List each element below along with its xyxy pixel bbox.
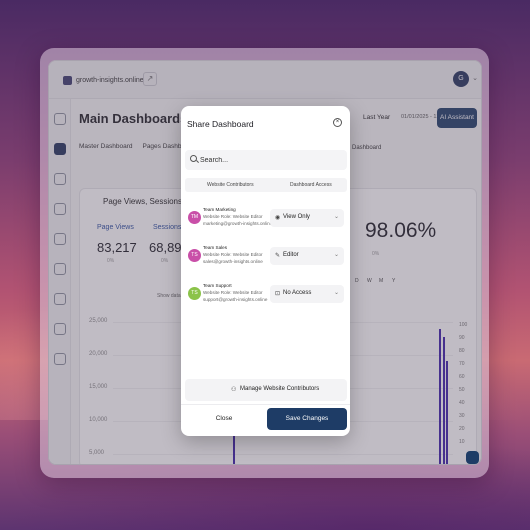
save-changes-button[interactable]: Save Changes (267, 408, 347, 430)
col-header-contributors: Website Contributors (207, 182, 254, 188)
modal-title: Share Dashboard (187, 119, 254, 129)
contributor-name: Team Support (203, 283, 232, 288)
contributor-email: support@growth-insights.online (203, 297, 268, 302)
search-input[interactable] (200, 153, 340, 167)
close-icon[interactable]: × (333, 118, 342, 127)
access-dropdown[interactable]: ✎ Editor ⌄ (270, 247, 344, 265)
avatar: TS (188, 249, 201, 262)
chevron-down-icon: ⌄ (333, 290, 339, 296)
contributor-row: TS Team Sales Website Role: Website Edit… (187, 245, 349, 277)
contributor-role: Website Role: Website Editor (203, 290, 263, 295)
eye-icon: ◉ (275, 215, 281, 221)
search-icon (190, 155, 197, 162)
divider (181, 404, 350, 405)
contributor-role: Website Role: Website Editor (203, 214, 263, 219)
access-value: No Access (283, 290, 312, 296)
contributor-name: Team Sales (203, 245, 227, 250)
chevron-down-icon: ⌄ (333, 214, 339, 220)
avatar: TM (188, 211, 201, 224)
manage-contributors-button[interactable]: ⚇ Manage Website Contributors (185, 379, 347, 401)
close-button[interactable]: Close (185, 408, 263, 430)
users-icon: ⚇ (231, 387, 237, 393)
share-dashboard-modal: Share Dashboard × Website Contributors D… (181, 106, 350, 436)
manage-label: Manage Website Contributors (240, 386, 320, 392)
lock-icon: ⊡ (275, 291, 281, 297)
search-box (185, 150, 347, 170)
col-header-access: Dashboard Access (290, 182, 332, 188)
access-value: Editor (283, 252, 299, 258)
contributor-email: marketing@growth-insights.online (203, 221, 273, 226)
access-dropdown[interactable]: ⊡ No Access ⌄ (270, 285, 344, 303)
contributor-email: sales@growth-insights.online (203, 259, 263, 264)
contributor-row: TS Team Support Website Role: Website Ed… (187, 283, 349, 315)
contributor-name: Team Marketing (203, 207, 236, 212)
contributor-row: TM Team Marketing Website Role: Website … (187, 207, 349, 239)
chevron-down-icon: ⌄ (333, 252, 339, 258)
pencil-icon: ✎ (275, 253, 281, 259)
help-button[interactable] (466, 451, 479, 464)
access-value: View Only (283, 214, 310, 220)
contributor-role: Website Role: Website Editor (203, 252, 263, 257)
column-headers: Website Contributors Dashboard Access (185, 178, 347, 192)
access-dropdown[interactable]: ◉ View Only ⌄ (270, 209, 344, 227)
avatar: TS (188, 287, 201, 300)
